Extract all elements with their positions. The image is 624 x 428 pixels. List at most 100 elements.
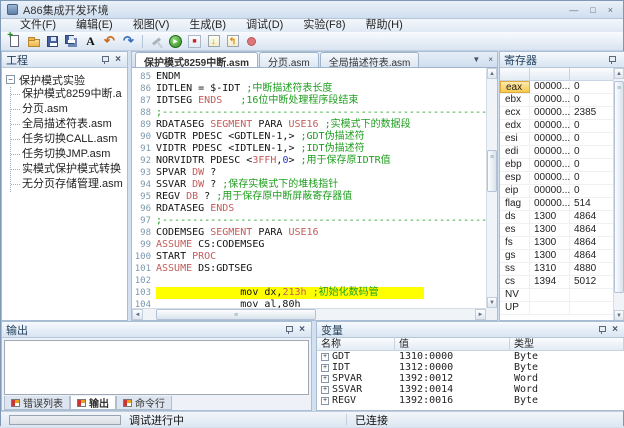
scroll-down-icon[interactable]: ▼ [487, 297, 497, 308]
editor-tab[interactable]: 分页.asm [259, 52, 319, 67]
register-row[interactable]: eip00000...0 [500, 185, 624, 198]
register-row[interactable]: edi00000...0 [500, 146, 624, 159]
pin-icon[interactable] [598, 325, 606, 334]
run-icon[interactable]: ▶ [166, 33, 185, 50]
variable-row[interactable]: +SSVAR1392:0014Word [317, 384, 624, 395]
scroll-up-icon[interactable]: ▲ [487, 68, 497, 79]
font-icon[interactable]: A [81, 33, 100, 50]
menu-item[interactable]: 视图(V) [124, 19, 179, 32]
scroll-thumb[interactable] [614, 81, 624, 293]
code-line[interactable]: 103 mov dx,213h ;初始化数码管 [132, 287, 486, 299]
variable-row[interactable]: +REGV1392:0016Byte [317, 395, 624, 406]
menu-item[interactable]: 帮助(H) [357, 19, 412, 32]
code-line[interactable]: 86IDTLEN = $-IDT ;中断描述符表长度 [132, 83, 486, 95]
new-file-icon[interactable] [5, 33, 24, 50]
variable-row[interactable]: +SPVAR1392:0012Word [317, 373, 624, 384]
column-header[interactable]: 名称 [317, 338, 395, 351]
code-line[interactable]: 85ENDM [132, 71, 486, 83]
register-row[interactable]: UP [500, 302, 624, 315]
code-line[interactable]: 89RDATASEG SEGMENT PARA USE16 ;实模式下的数据段 [132, 119, 486, 131]
editor-horizontal-scrollbar[interactable]: ◄ ≡ ► [132, 308, 486, 320]
register-row[interactable]: NV [500, 289, 624, 302]
register-row[interactable]: fs13004864 [500, 237, 624, 250]
tab-list-dropdown-icon[interactable]: ▼ [468, 55, 484, 64]
register-row[interactable]: ecx00000...2385 [500, 107, 624, 120]
register-row[interactable]: edx00000...0 [500, 120, 624, 133]
tree-item[interactable]: 无分页存储管理.asm [11, 177, 127, 192]
register-row[interactable]: esp00000...0 [500, 172, 624, 185]
code-view[interactable]: 85ENDM86IDTLEN = $-IDT ;中断描述符表长度87IDTSEG… [132, 68, 486, 308]
pin-icon[interactable] [285, 325, 293, 334]
expand-icon[interactable]: + [321, 353, 329, 361]
register-row[interactable]: ss13104880 [500, 263, 624, 276]
expand-icon[interactable]: + [321, 397, 329, 405]
step-out-icon[interactable]: ↰ [223, 33, 242, 50]
tree-root[interactable]: − 保护模式实验 [6, 72, 127, 87]
close-button[interactable]: × [608, 5, 613, 15]
code-line[interactable]: 97;-------------------------------------… [132, 215, 486, 227]
register-row[interactable]: ds13004864 [500, 211, 624, 224]
variable-row[interactable]: +IDT1312:0000Byte [317, 362, 624, 373]
code-line[interactable]: 101ASSUME DS:GDTSEG [132, 263, 486, 275]
code-line[interactable]: 100START PROC [132, 251, 486, 263]
register-row[interactable]: ebp00000...0 [500, 159, 624, 172]
code-line[interactable]: 96RDATASEG ENDS [132, 203, 486, 215]
breakpoint-icon[interactable] [242, 33, 261, 50]
save-icon[interactable] [43, 33, 62, 50]
code-line[interactable]: 95REGV DB ? ;用于保存原中断屏蔽寄存器值 [132, 191, 486, 203]
register-row[interactable]: gs13004864 [500, 250, 624, 263]
redo-icon[interactable]: ↷ [119, 33, 138, 50]
editor-vertical-scrollbar[interactable]: ▲ ▼ [486, 68, 497, 308]
pin-icon[interactable] [101, 55, 109, 64]
expand-icon[interactable]: + [321, 375, 329, 383]
register-row[interactable]: cs13945012 [500, 276, 624, 289]
expand-icon[interactable]: + [321, 386, 329, 394]
output-tab[interactable]: 输出 [70, 396, 116, 410]
tree-item[interactable]: 分页.asm [11, 102, 127, 117]
expand-icon[interactable]: + [321, 364, 329, 372]
scroll-down-icon[interactable]: ▼ [614, 310, 624, 321]
scroll-up-icon[interactable]: ▲ [614, 68, 624, 79]
step-into-icon[interactable]: ↓ [204, 33, 223, 50]
output-tab[interactable]: 错误列表 [4, 396, 70, 410]
undo-icon[interactable]: ↶ [100, 33, 119, 50]
variable-row[interactable]: +GDT1310:0000Byte [317, 351, 624, 362]
register-row[interactable]: es13004864 [500, 224, 624, 237]
code-line[interactable]: 87IDTSEG ENDS ;16位中断处理程序段结束 [132, 95, 486, 107]
restore-button[interactable]: □ [590, 5, 595, 15]
scroll-thumb[interactable] [487, 150, 497, 192]
code-line[interactable]: 102 [132, 275, 486, 287]
editor-tab[interactable]: 保护模式8259中断.asm [135, 52, 258, 67]
code-line[interactable]: 94SSVAR DW ? ;保存实模式下的堆栈指针 [132, 179, 486, 191]
tree-item[interactable]: 全局描述符表.asm [11, 117, 127, 132]
tree-item[interactable]: 实模式保护模式转换 [11, 162, 127, 177]
menu-item[interactable]: 文件(F) [11, 19, 65, 32]
close-icon[interactable]: × [610, 325, 620, 335]
code-line[interactable]: 90VGDTR PDESC <GDTLEN-1,> ;GDT伪描述符 [132, 131, 486, 143]
column-header[interactable]: 值 [395, 338, 510, 351]
scroll-thumb[interactable]: ≡ [156, 309, 316, 320]
code-line[interactable]: 91VIDTR PDESC <IDTLEN-1,> ;IDT伪描述符 [132, 143, 486, 155]
close-icon[interactable]: × [297, 325, 307, 335]
scroll-right-icon[interactable]: ► [475, 309, 486, 320]
register-row[interactable]: esi00000...0 [500, 133, 624, 146]
minimize-button[interactable]: — [569, 5, 578, 15]
collapse-icon[interactable]: − [6, 75, 15, 84]
tree-item[interactable]: 任务切换JMP.asm [11, 147, 127, 162]
code-line[interactable]: 88;-------------------------------------… [132, 107, 486, 119]
code-line[interactable]: 93SPVAR DW ? [132, 167, 486, 179]
menu-item[interactable]: 调试(D) [237, 19, 292, 32]
registers-scrollbar[interactable]: ▲ ▼ [613, 68, 624, 321]
code-line[interactable]: 104 mov al,80h [132, 299, 486, 308]
close-icon[interactable]: × [113, 55, 123, 65]
register-row[interactable]: ebx00000...0 [500, 94, 624, 107]
register-row[interactable]: flag00000...514 [500, 198, 624, 211]
menu-item[interactable]: 实验(F8) [294, 19, 354, 32]
tree-item[interactable]: 保护模式8259中断.a [11, 87, 127, 102]
pin-icon[interactable] [608, 55, 616, 64]
register-row[interactable]: eax00000...0 [500, 81, 624, 94]
code-line[interactable]: 99ASSUME CS:CODEMSEG [132, 239, 486, 251]
code-line[interactable]: 92NORVIDTR PDESC <3FFH,0> ;用于保存原IDTR值 [132, 155, 486, 167]
menu-item[interactable]: 生成(B) [180, 19, 235, 32]
stop-icon[interactable]: ■ [185, 33, 204, 50]
